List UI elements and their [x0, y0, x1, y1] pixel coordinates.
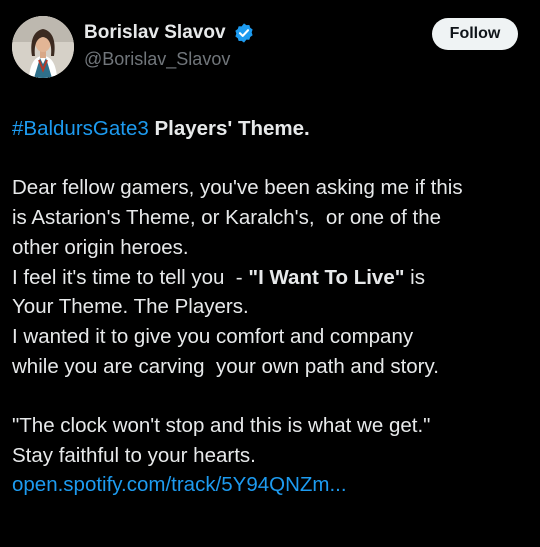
post-line: Stay faithful to your hearts.	[12, 443, 256, 467]
post-title: Players' Theme.	[148, 117, 310, 140]
hashtag-link[interactable]: #BaldursGate3	[12, 117, 149, 140]
verified-badge-icon	[233, 22, 255, 44]
post-line: while you are carving your own path and …	[12, 354, 439, 378]
follow-button[interactable]: Follow	[432, 18, 518, 50]
post-line: I wanted it to give you comfort and comp…	[12, 324, 414, 348]
post-title-line: #BaldursGate3 Players' Theme.	[12, 114, 532, 144]
post-line-text: is	[404, 265, 425, 289]
post-text: #BaldursGate3 Players' Theme. Dear fello…	[12, 114, 532, 500]
post-line: other origin heroes.	[12, 235, 189, 259]
spotify-link[interactable]: open.spotify.com/track/5Y94QNZm...	[12, 470, 532, 500]
post-line-text: I feel it's time to tell you -	[12, 265, 249, 289]
post-line: Your Theme. The Players.	[12, 295, 249, 319]
post-line: is Astarion's Theme, or Karalch's, or on…	[12, 206, 442, 230]
song-title: "I Want To Live"	[248, 265, 405, 289]
author-display-name[interactable]: Borislav Slavov	[84, 22, 226, 44]
author-name-row: Borislav Slavov	[84, 22, 255, 44]
post-header: Borislav Slavov @Borislav_Slavov Follow	[0, 0, 540, 95]
author-avatar[interactable]	[12, 16, 74, 78]
post-line: "The clock won't stop and this is what w…	[12, 414, 431, 437]
post-line: Dear fellow gamers, you've been asking m…	[12, 176, 463, 200]
post-line: I feel it's time to tell you - "I Want T…	[12, 263, 532, 293]
author-handle[interactable]: @Borislav_Slavov	[84, 49, 230, 70]
